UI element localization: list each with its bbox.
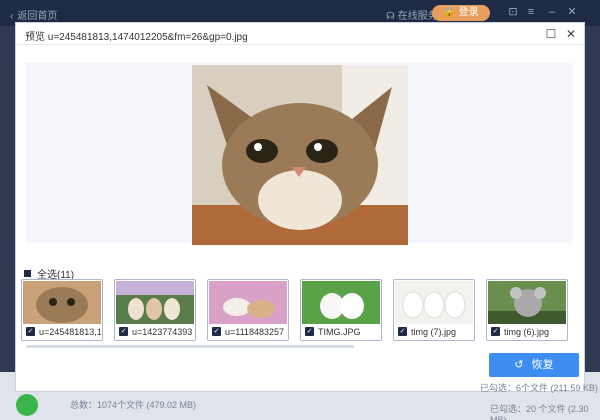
menu-icon[interactable]: ≡	[524, 5, 538, 19]
thumbnail-puppies-image	[395, 281, 473, 324]
thumbnail-checkbox[interactable]: ✓	[398, 327, 407, 336]
back-home-label: 返回首页	[17, 11, 58, 22]
modal-close-icon[interactable]: ✕	[563, 26, 579, 42]
thumbnail-name: timg (7).jpg	[411, 327, 457, 337]
thumbnail-item[interactable]: ✓ TIMG.JPG	[300, 279, 382, 341]
thumbnail-name: TIMG.JPG	[318, 327, 361, 337]
thumbnail-checkbox[interactable]: ✓	[305, 327, 314, 336]
login-button[interactable]: 🔒 登录	[432, 5, 490, 21]
thumbnail-checkbox[interactable]: ✓	[26, 327, 35, 336]
app-selected-text: 已勾选：20 个文件 (2.30 MB)	[490, 404, 589, 420]
thumbnail-dogs-image	[302, 281, 380, 324]
thumbnail-checkbox[interactable]: ✓	[212, 327, 221, 336]
thumbnail-checkbox[interactable]: ✓	[491, 327, 500, 336]
select-all-box	[24, 270, 31, 277]
thumbnail-item[interactable]: ✓ timg (6).jpg	[486, 279, 568, 341]
thumbnail-name: u=1118483257	[225, 327, 284, 337]
thumbnail-rabbits-image	[209, 281, 287, 324]
headset-icon: ☊	[386, 11, 398, 22]
horizontal-scrollbar[interactable]	[26, 345, 354, 348]
restore-button[interactable]: ↺ 恢复	[489, 353, 579, 377]
restore-icon: ↺	[514, 359, 524, 371]
thumbnail-kittens-image	[116, 281, 194, 324]
modal-header: 预览 u=245481813,1474012205&fm=26&gp=0.jpg…	[16, 23, 584, 45]
thumbnail-name: u=1423774393	[132, 327, 193, 337]
cat-preview-image	[192, 65, 408, 245]
restore-label: 恢复	[531, 359, 554, 371]
back-home-link[interactable]: ‹ 返回首页	[10, 7, 57, 22]
thumbnail-item[interactable]: ✓ u=1118483257	[207, 279, 289, 341]
feedback-icon[interactable]: ⊡	[506, 5, 520, 19]
window-close-icon[interactable]: ✕	[565, 5, 579, 19]
thumbnail-name: timg (6).jpg	[504, 327, 550, 337]
thumbnail-item[interactable]: ✓ u=245481813,1474012205&fm=26&gp=0.jpg	[21, 279, 103, 341]
online-service-link[interactable]: ☊ 在线服务	[386, 7, 438, 22]
minimize-icon[interactable]: –	[545, 5, 559, 19]
selected-info-text: 已勾选：6个文件 (211.59 KB)	[480, 383, 598, 393]
thumbnail-cat-image	[23, 281, 101, 324]
total-files-text: 总数：1074个文件 (479.02 MB)	[70, 400, 197, 410]
login-label: 登录	[458, 7, 479, 18]
status-circle-icon	[16, 394, 38, 416]
lock-icon: 🔒	[443, 7, 459, 18]
thumbnail-koala-image	[488, 281, 566, 324]
maximize-icon[interactable]: ☐	[543, 26, 559, 42]
preview-modal: 预览 u=245481813,1474012205&fm=26&gp=0.jpg…	[15, 22, 598, 393]
thumbnail-checkbox[interactable]: ✓	[119, 327, 128, 336]
back-arrow-icon: ‹	[10, 11, 14, 22]
preview-area	[26, 63, 573, 245]
modal-title: 预览 u=245481813,1474012205&fm=26&gp=0.jpg	[25, 32, 248, 43]
thumbnail-strip: ✓ u=245481813,1474012205&fm=26&gp=0.jpg …	[21, 279, 581, 343]
thumbnail-item[interactable]: ✓ timg (7).jpg	[393, 279, 475, 341]
thumbnail-name: u=245481813,1474012205&fm=26&gp=0.jpg	[39, 327, 101, 337]
thumbnail-item[interactable]: ✓ u=1423774393	[114, 279, 196, 341]
